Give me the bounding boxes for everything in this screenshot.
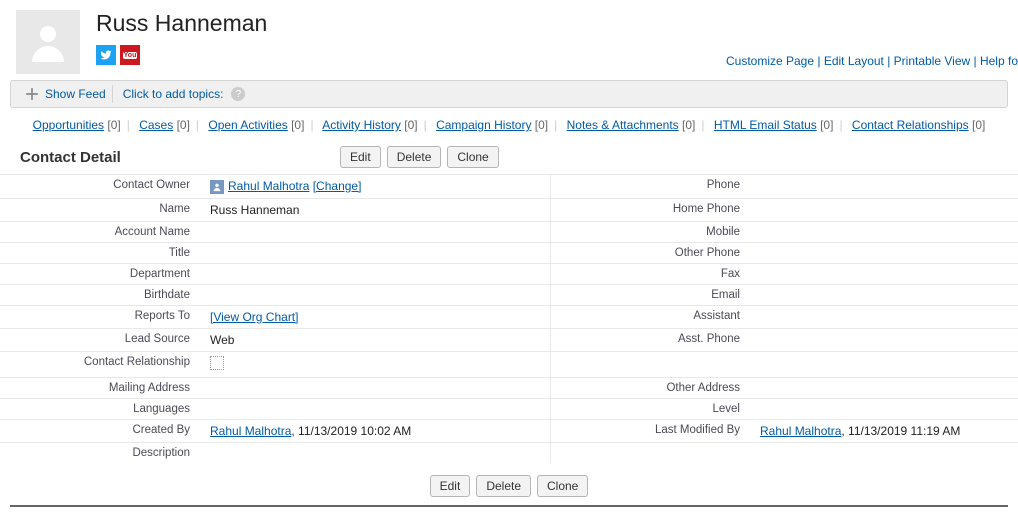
val-lead-source: Web	[200, 328, 550, 351]
related-lists-nav: Opportunities [0]| Cases [0]| Open Activ…	[0, 108, 1018, 146]
lbl-other-addr: Other Address	[550, 377, 750, 398]
lbl-languages: Languages	[0, 398, 200, 419]
owner-change-link[interactable]: [Change]	[313, 179, 362, 193]
lbl-email: Email	[550, 284, 750, 305]
val-name: Russ Hanneman	[200, 198, 550, 221]
related-campaign-history[interactable]: Campaign History	[436, 118, 531, 132]
related-contact-relationships[interactable]: Contact Relationships	[852, 118, 969, 132]
show-feed-button[interactable]: Show Feed	[19, 85, 113, 103]
lbl-level: Level	[550, 398, 750, 419]
contact-rel-checkbox[interactable]	[210, 356, 224, 370]
lbl-title: Title	[0, 242, 200, 263]
topics-help-icon[interactable]: ?	[231, 87, 245, 101]
lbl-birthdate: Birthdate	[0, 284, 200, 305]
edit-button[interactable]: Edit	[340, 146, 381, 168]
delete-button-footer[interactable]: Delete	[476, 475, 531, 497]
add-topics-label: Click to add topics:	[123, 87, 224, 101]
lbl-modified-by: Last Modified By	[550, 419, 750, 442]
related-cases[interactable]: Cases	[139, 118, 173, 132]
related-html-email[interactable]: HTML Email Status	[714, 118, 817, 132]
footer-button-row: Edit Delete Clone	[0, 463, 1018, 505]
page-title: Russ Hanneman	[96, 10, 267, 37]
section-header: Contact Detail Edit Delete Clone	[0, 146, 1018, 168]
edit-layout-link[interactable]: Edit Layout	[824, 54, 884, 68]
modified-by-ts: , 11/13/2019 11:19 AM	[841, 424, 960, 438]
section-divider	[10, 505, 1008, 507]
twitter-icon[interactable]	[96, 45, 116, 65]
lbl-account-name: Account Name	[0, 221, 200, 242]
clone-button-footer[interactable]: Clone	[537, 475, 588, 497]
related-notes-attachments[interactable]: Notes & Attachments	[567, 118, 679, 132]
lbl-asst-phone: Asst. Phone	[550, 328, 750, 351]
related-open-activities[interactable]: Open Activities	[208, 118, 287, 132]
youtube-icon[interactable]: You	[120, 45, 140, 65]
lbl-contact-rel: Contact Relationship	[0, 351, 200, 377]
lbl-mobile: Mobile	[550, 221, 750, 242]
user-icon	[210, 180, 224, 194]
lbl-fax: Fax	[550, 263, 750, 284]
edit-button-footer[interactable]: Edit	[430, 475, 471, 497]
lbl-home-phone: Home Phone	[550, 198, 750, 221]
related-opportunities[interactable]: Opportunities	[33, 118, 104, 132]
page-header: Russ Hanneman You Customize Page | Edit …	[0, 0, 1018, 74]
help-link[interactable]: Help fo	[980, 54, 1018, 68]
lbl-reports-to: Reports To	[0, 305, 200, 328]
modified-by-user-link[interactable]: Rahul Malhotra	[760, 424, 841, 438]
avatar	[16, 10, 80, 74]
lbl-department: Department	[0, 263, 200, 284]
feed-toolbar: Show Feed Click to add topics: ?	[10, 80, 1008, 108]
view-org-chart-link[interactable]: [View Org Chart]	[210, 310, 298, 324]
lbl-assistant: Assistant	[550, 305, 750, 328]
created-by-user-link[interactable]: Rahul Malhotra	[210, 424, 291, 438]
lbl-mailing-addr: Mailing Address	[0, 377, 200, 398]
lbl-phone: Phone	[550, 175, 750, 199]
add-topics-button[interactable]: Click to add topics: ?	[123, 87, 246, 101]
customize-page-link[interactable]: Customize Page	[726, 54, 814, 68]
lbl-description: Description	[0, 442, 200, 463]
lbl-created-by: Created By	[0, 419, 200, 442]
lbl-contact-owner: Contact Owner	[0, 175, 200, 199]
printable-view-link[interactable]: Printable View	[894, 54, 971, 68]
top-links: Customize Page | Edit Layout | Printable…	[726, 54, 1018, 68]
lbl-lead-source: Lead Source	[0, 328, 200, 351]
section-title: Contact Detail	[20, 149, 340, 166]
lbl-name: Name	[0, 198, 200, 221]
detail-table: Contact Owner Rahul Malhotra [Change] Ph…	[0, 174, 1018, 463]
owner-link[interactable]: Rahul Malhotra	[228, 179, 309, 193]
clone-button[interactable]: Clone	[447, 146, 498, 168]
related-activity-history[interactable]: Activity History	[322, 118, 401, 132]
show-feed-label: Show Feed	[45, 87, 106, 101]
created-by-ts: , 11/13/2019 10:02 AM	[291, 424, 411, 438]
lbl-other-phone: Other Phone	[550, 242, 750, 263]
delete-button[interactable]: Delete	[387, 146, 442, 168]
